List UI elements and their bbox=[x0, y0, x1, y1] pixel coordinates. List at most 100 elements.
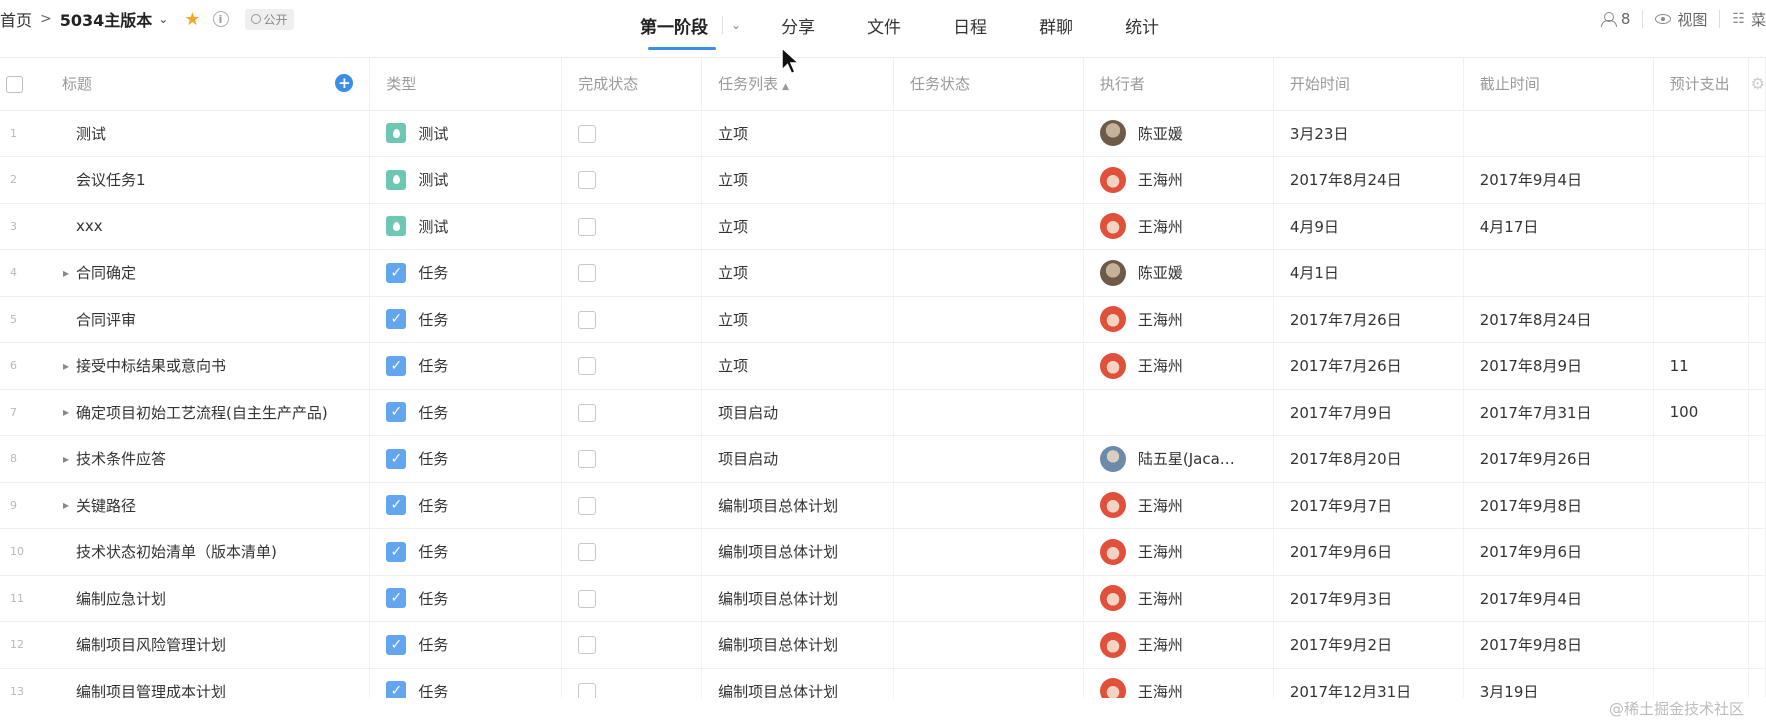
start-date-cell[interactable]: 4月1日 bbox=[1273, 249, 1464, 297]
table-row[interactable]: 8 ▸ 技术条件应答 ✓ 任务 项目启动 陆五星(Jaca… 2017年8月20日 2017年9… bbox=[0, 435, 1766, 483]
assignee-cell[interactable]: 王海州 bbox=[1083, 482, 1274, 529]
visibility-badge[interactable]: 公开 bbox=[244, 8, 294, 30]
assignee-cell[interactable]: 王海州 bbox=[1083, 156, 1274, 204]
chevron-down-icon[interactable]: ⌄ bbox=[731, 18, 741, 32]
add-icon[interactable]: + bbox=[335, 74, 354, 93]
table-row[interactable]: 5 合同评审 ✓ 任务 立项 王海州 2017年7月26日 2017年8月24日 bbox=[0, 296, 1766, 343]
done-checkbox[interactable] bbox=[578, 496, 597, 515]
start-date-cell[interactable]: 2017年7月26日 bbox=[1273, 296, 1464, 343]
due-date-cell[interactable]: 2017年9月8日 bbox=[1463, 482, 1654, 529]
taskstatus-cell[interactable] bbox=[893, 110, 1084, 157]
tasklist-cell[interactable]: 立项 bbox=[701, 342, 895, 390]
task-title[interactable]: 技术条件应答 bbox=[76, 448, 166, 469]
column-header-type[interactable]: 类型 bbox=[369, 58, 563, 111]
taskstatus-cell[interactable] bbox=[893, 528, 1084, 576]
assignee-cell[interactable]: 陈亚媛 bbox=[1083, 249, 1274, 297]
budget-cell[interactable] bbox=[1653, 621, 1749, 669]
tab-share[interactable]: 分享 bbox=[781, 0, 815, 50]
tasklist-cell[interactable]: 立项 bbox=[701, 249, 895, 297]
done-checkbox[interactable] bbox=[578, 357, 597, 375]
taskstatus-cell[interactable] bbox=[893, 249, 1084, 297]
table-row[interactable]: 11 编制应急计划 ✓ 任务 编制项目总体计划 王海州 2017年9月3日 2017年9月4日 bbox=[0, 575, 1766, 622]
start-date-cell[interactable]: 2017年9月7日 bbox=[1273, 482, 1464, 529]
tasklist-cell[interactable]: 项目启动 bbox=[701, 389, 895, 436]
task-title[interactable]: 编制项目管理成本计划 bbox=[76, 681, 226, 698]
start-date-cell[interactable]: 2017年7月9日 bbox=[1273, 389, 1464, 436]
due-date-cell[interactable]: 2017年8月24日 bbox=[1463, 296, 1654, 343]
type-cell[interactable]: ✓ 任务 bbox=[369, 296, 563, 343]
due-date-cell[interactable]: 4月17日 bbox=[1463, 203, 1654, 250]
expand-caret-icon[interactable]: ▸ bbox=[56, 452, 76, 466]
expand-caret-icon[interactable]: ▸ bbox=[56, 405, 76, 419]
due-date-cell[interactable] bbox=[1463, 249, 1654, 297]
title-cell[interactable]: ▸ 确定项目初始工艺流程(自主生产产品) bbox=[39, 389, 371, 436]
type-cell[interactable]: ✓ 任务 bbox=[369, 528, 563, 576]
assignee-cell[interactable]: 王海州 bbox=[1083, 203, 1274, 250]
column-header-start[interactable]: 开始时间 bbox=[1273, 58, 1464, 111]
start-date-cell[interactable]: 3月23日 bbox=[1273, 110, 1464, 157]
budget-cell[interactable] bbox=[1653, 668, 1749, 698]
tasklist-cell[interactable]: 立项 bbox=[701, 110, 895, 157]
start-date-cell[interactable]: 2017年7月26日 bbox=[1273, 342, 1464, 390]
budget-cell[interactable] bbox=[1653, 482, 1749, 529]
taskstatus-cell[interactable] bbox=[893, 435, 1084, 483]
task-title[interactable]: xxx bbox=[76, 217, 103, 235]
tab-files[interactable]: 文件 bbox=[867, 0, 901, 50]
taskstatus-cell[interactable] bbox=[893, 668, 1084, 698]
type-cell[interactable]: ✓ 任务 bbox=[369, 342, 563, 390]
table-row[interactable]: 1 测试 测试 立项 陈亚媛 3月23日 bbox=[0, 110, 1766, 157]
assignee-cell[interactable] bbox=[1083, 389, 1274, 436]
taskstatus-cell[interactable] bbox=[893, 389, 1084, 436]
assignee-cell[interactable]: 陆五星(Jaca… bbox=[1083, 435, 1274, 483]
tab-statistics[interactable]: 统计 bbox=[1125, 0, 1159, 50]
tasklist-cell[interactable]: 立项 bbox=[701, 156, 895, 204]
column-header-budget[interactable]: 预计支出 bbox=[1653, 58, 1749, 111]
title-cell[interactable]: 会议任务1 bbox=[39, 156, 371, 204]
assignee-cell[interactable]: 王海州 bbox=[1083, 342, 1274, 390]
budget-cell[interactable] bbox=[1653, 110, 1749, 157]
task-title[interactable]: 接受中标结果或意向书 bbox=[76, 355, 226, 376]
taskstatus-cell[interactable] bbox=[893, 342, 1084, 390]
type-cell[interactable]: 测试 bbox=[369, 203, 563, 250]
done-checkbox[interactable] bbox=[578, 682, 597, 698]
assignee-cell[interactable]: 王海州 bbox=[1083, 668, 1274, 698]
title-cell[interactable]: 编制项目风险管理计划 bbox=[39, 621, 371, 669]
select-all-checkbox[interactable] bbox=[6, 75, 23, 93]
title-cell[interactable]: 合同评审 bbox=[39, 296, 371, 343]
taskstatus-cell[interactable] bbox=[893, 296, 1084, 343]
menu-button[interactable]: ☷ 菜 bbox=[1732, 9, 1766, 30]
view-button[interactable]: 视图 bbox=[1655, 9, 1707, 30]
start-date-cell[interactable]: 4月9日 bbox=[1273, 203, 1464, 250]
start-date-cell[interactable]: 2017年8月20日 bbox=[1273, 435, 1464, 483]
table-row[interactable]: 3 xxx 测试 立项 王海州 4月9日 4月17日 bbox=[0, 203, 1766, 250]
task-title[interactable]: 会议任务1 bbox=[76, 169, 146, 190]
type-cell[interactable]: ✓ 任务 bbox=[369, 575, 563, 622]
task-title[interactable]: 技术状态初始清单（版本清单) bbox=[76, 541, 277, 562]
due-date-cell[interactable]: 2017年9月8日 bbox=[1463, 621, 1654, 669]
assignee-cell[interactable]: 王海州 bbox=[1083, 296, 1274, 343]
done-checkbox[interactable] bbox=[578, 543, 597, 561]
type-cell[interactable]: ✓ 任务 bbox=[369, 435, 563, 483]
taskstatus-cell[interactable] bbox=[893, 156, 1084, 204]
column-header-done[interactable]: 完成状态 bbox=[561, 58, 703, 111]
table-row[interactable]: 13 编制项目管理成本计划 ✓ 任务 编制项目总体计划 王海州 2017年12月31日 3月1… bbox=[0, 668, 1766, 698]
assignee-cell[interactable]: 王海州 bbox=[1083, 575, 1274, 622]
due-date-cell[interactable]: 2017年9月4日 bbox=[1463, 156, 1654, 204]
done-checkbox[interactable] bbox=[578, 264, 597, 282]
tasklist-cell[interactable]: 项目启动 bbox=[701, 435, 895, 483]
start-date-cell[interactable]: 2017年9月3日 bbox=[1273, 575, 1464, 622]
title-cell[interactable]: ▸ 关键路径 bbox=[39, 482, 371, 529]
breadcrumb-home[interactable]: 首页 bbox=[0, 7, 32, 31]
budget-cell[interactable]: 100 bbox=[1653, 389, 1749, 436]
budget-cell[interactable]: 11 bbox=[1653, 342, 1749, 390]
start-date-cell[interactable]: 2017年12月31日 bbox=[1273, 668, 1464, 698]
done-checkbox[interactable] bbox=[578, 217, 597, 236]
sort-asc-icon[interactable]: ▲ bbox=[782, 82, 789, 92]
start-date-cell[interactable]: 2017年8月24日 bbox=[1273, 156, 1464, 204]
tasklist-cell[interactable]: 编制项目总体计划 bbox=[701, 482, 895, 529]
tab-schedule[interactable]: 日程 bbox=[953, 0, 987, 50]
column-header-taskstatus[interactable]: 任务状态 bbox=[893, 58, 1084, 111]
column-header-assignee[interactable]: 执行者 bbox=[1083, 58, 1274, 111]
project-name[interactable]: 5034主版本 bbox=[60, 7, 153, 31]
done-checkbox[interactable] bbox=[578, 450, 597, 468]
